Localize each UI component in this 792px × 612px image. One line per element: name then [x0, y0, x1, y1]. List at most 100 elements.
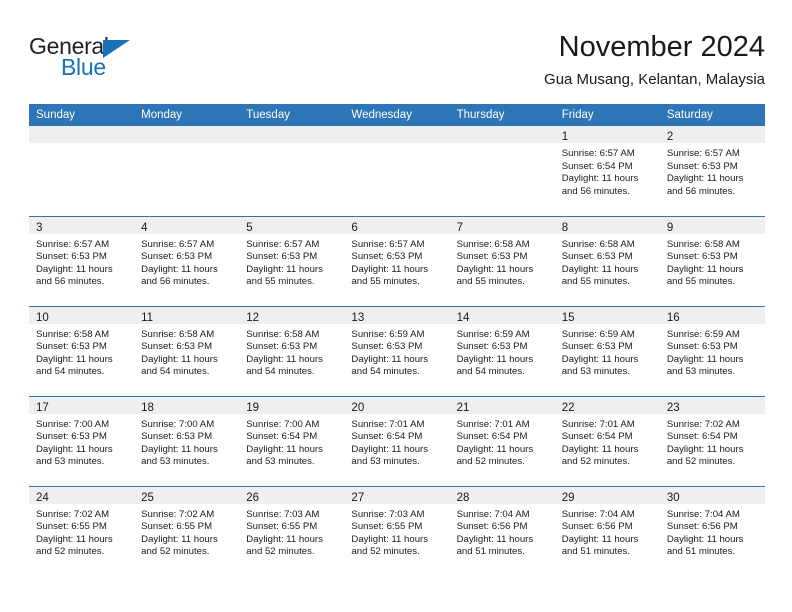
- calendar-day-cell-empty: [449, 126, 555, 216]
- calendar-day-cell[interactable]: 4 Sunrise: 6:57 AM Sunset: 6:53 PM Daylight…: [134, 215, 240, 306]
- day-number: 9: [666, 221, 674, 234]
- day-detail-sunset: Sunset: 6:53 PM: [456, 341, 528, 353]
- day-detail-daylight2: and 51 minutes.: [666, 546, 736, 558]
- calendar-day-cell[interactable]: 25 Sunrise: 7:02 AM Sunset: 6:55 PM Dayligh…: [134, 485, 240, 576]
- day-detail-daylight2: and 56 minutes.: [36, 276, 105, 288]
- page-header: General Blue November 2024 Gua Musang, K…: [0, 0, 792, 100]
- day-details: Sunrise: 7:00 AM Sunset: 6:54 PM Daylight:…: [239, 414, 344, 469]
- calendar-day-cell[interactable]: 19 Sunrise: 7:00 AM Sunset: 6:54 PM Dayligh…: [239, 395, 345, 486]
- day-number-band: 10: [29, 306, 135, 324]
- day-detail-sunrise: Sunrise: 7:04 AM: [456, 508, 530, 520]
- calendar-day-cell[interactable]: 17 Sunrise: 7:00 AM Sunset: 6:53 PM Dayligh…: [29, 395, 135, 486]
- day-number-band: 6: [344, 216, 450, 234]
- day-detail-daylight2: and 55 minutes.: [561, 276, 630, 288]
- day-detail-daylight1: Daylight: 11 hours: [561, 533, 639, 545]
- title-block: November 2024 Gua Musang, Kelantan, Mala…: [544, 30, 765, 89]
- day-detail-sunset: Sunset: 6:53 PM: [36, 431, 107, 443]
- calendar-day-cell[interactable]: 23 Sunrise: 7:02 AM Sunset: 6:54 PM Dayligh…: [659, 395, 765, 486]
- day-detail-sunset: Sunset: 6:53 PM: [351, 341, 423, 353]
- day-detail-daylight2: and 53 minutes.: [561, 366, 630, 378]
- day-detail-daylight2: and 52 minutes.: [666, 456, 736, 468]
- day-detail-daylight1: Daylight: 11 hours: [561, 353, 639, 365]
- calendar-day-cell[interactable]: 6 Sunrise: 6:57 AM Sunset: 6:53 PM Daylight…: [344, 215, 450, 306]
- calendar-day-cell[interactable]: 15 Sunrise: 6:59 AM Sunset: 6:53 PM Dayligh…: [554, 305, 660, 396]
- day-detail-sunset: Sunset: 6:53 PM: [36, 251, 107, 263]
- day-detail-daylight1: Daylight: 11 hours: [36, 443, 113, 455]
- calendar-day-cell[interactable]: 9 Sunrise: 6:58 AM Sunset: 6:53 PM Daylight…: [659, 215, 765, 306]
- calendar-day-cell[interactable]: 30 Sunrise: 7:04 AM Sunset: 6:56 PM Dayligh…: [659, 485, 765, 576]
- calendar-day-cell[interactable]: 21 Sunrise: 7:01 AM Sunset: 6:54 PM Dayligh…: [449, 395, 555, 486]
- day-detail-sunrise: Sunrise: 6:59 AM: [666, 328, 740, 340]
- calendar-day-cell[interactable]: 11 Sunrise: 6:58 AM Sunset: 6:53 PM Dayligh…: [134, 305, 240, 396]
- day-details: Sunrise: 7:03 AM Sunset: 6:55 PM Daylight:…: [239, 504, 344, 559]
- day-detail-daylight1: Daylight: 11 hours: [351, 443, 429, 455]
- day-number-band: 14: [449, 306, 555, 324]
- day-detail-sunrise: Sunrise: 7:04 AM: [666, 508, 740, 520]
- day-number: 13: [351, 311, 365, 324]
- day-number-band: [344, 126, 450, 143]
- day-number: 7: [456, 221, 463, 234]
- calendar-day-cell[interactable]: 29 Sunrise: 7:04 AM Sunset: 6:56 PM Dayligh…: [554, 485, 660, 576]
- calendar-day-cell[interactable]: 8 Sunrise: 6:58 AM Sunset: 6:53 PM Daylight…: [554, 215, 660, 306]
- calendar-day-cell[interactable]: 14 Sunrise: 6:59 AM Sunset: 6:53 PM Dayligh…: [449, 305, 555, 396]
- day-details: Sunrise: 7:00 AM Sunset: 6:53 PM Daylight:…: [29, 414, 134, 469]
- day-detail-daylight2: and 52 minutes.: [351, 546, 420, 558]
- day-detail-sunrise: Sunrise: 6:58 AM: [141, 328, 215, 340]
- day-detail-daylight1: Daylight: 11 hours: [456, 353, 534, 365]
- calendar-day-cell[interactable]: 18 Sunrise: 7:00 AM Sunset: 6:53 PM Dayligh…: [134, 395, 240, 486]
- day-detail-daylight1: Daylight: 11 hours: [456, 533, 534, 545]
- day-number-band: 15: [554, 306, 660, 324]
- day-details: Sunrise: 7:00 AM Sunset: 6:53 PM Daylight:…: [134, 414, 239, 469]
- day-number-band: 13: [344, 306, 450, 324]
- calendar-day-cell[interactable]: 22 Sunrise: 7:01 AM Sunset: 6:54 PM Dayligh…: [554, 395, 660, 486]
- calendar-day-cell[interactable]: 12 Sunrise: 6:58 AM Sunset: 6:53 PM Dayligh…: [239, 305, 345, 396]
- day-detail-daylight1: Daylight: 11 hours: [246, 443, 323, 455]
- calendar-day-cell[interactable]: 3 Sunrise: 6:57 AM Sunset: 6:53 PM Daylight…: [29, 215, 135, 306]
- day-detail-sunset: Sunset: 6:53 PM: [666, 251, 738, 263]
- day-number-band: 16: [659, 306, 765, 324]
- calendar-day-cell[interactable]: 2 Sunrise: 6:57 AM Sunset: 6:53 PM Daylight…: [659, 126, 765, 216]
- calendar-day-cell[interactable]: 26 Sunrise: 7:03 AM Sunset: 6:55 PM Dayligh…: [239, 485, 345, 576]
- day-number: 25: [141, 491, 154, 504]
- calendar-day-cell[interactable]: 24 Sunrise: 7:02 AM Sunset: 6:55 PM Dayligh…: [29, 485, 135, 576]
- calendar-day-cell-empty: [134, 126, 240, 216]
- calendar-day-cell[interactable]: 28 Sunrise: 7:04 AM Sunset: 6:56 PM Dayligh…: [449, 485, 555, 576]
- day-detail-daylight2: and 56 minutes.: [141, 276, 210, 288]
- day-number-band: 30: [659, 486, 765, 504]
- calendar-day-cell[interactable]: 13 Sunrise: 6:59 AM Sunset: 6:53 PM Dayligh…: [344, 305, 450, 396]
- calendar-day-cell[interactable]: 27 Sunrise: 7:03 AM Sunset: 6:55 PM Dayligh…: [344, 485, 450, 576]
- day-details: Sunrise: 6:58 AM Sunset: 6:53 PM Daylight:…: [555, 234, 660, 289]
- day-detail-sunset: Sunset: 6:56 PM: [456, 521, 528, 533]
- day-number-band: 4: [134, 216, 240, 234]
- calendar-day-cell[interactable]: 5 Sunrise: 6:57 AM Sunset: 6:53 PM Daylight…: [239, 215, 345, 306]
- calendar-head: Sunday Monday Tuesday Wednesday Thursday…: [29, 104, 765, 126]
- day-number: 1: [561, 131, 569, 143]
- calendar-day-cell[interactable]: 16 Sunrise: 6:59 AM Sunset: 6:53 PM Dayligh…: [659, 305, 765, 396]
- day-details: Sunrise: 6:57 AM Sunset: 6:53 PM Daylight:…: [660, 143, 765, 198]
- day-detail-sunrise: Sunrise: 6:57 AM: [36, 238, 110, 250]
- calendar-day-cell[interactable]: 1 Sunrise: 6:57 AM Sunset: 6:54 PM Daylight…: [554, 126, 660, 216]
- day-detail-daylight2: and 52 minutes.: [456, 456, 525, 468]
- day-details: Sunrise: 6:59 AM Sunset: 6:53 PM Daylight:…: [660, 324, 765, 379]
- day-details: Sunrise: 6:57 AM Sunset: 6:53 PM Daylight:…: [239, 234, 344, 289]
- calendar-day-cell[interactable]: 20 Sunrise: 7:01 AM Sunset: 6:54 PM Dayligh…: [344, 395, 450, 486]
- weekday-header-thursday: Thursday: [449, 104, 555, 126]
- day-detail-daylight2: and 55 minutes.: [351, 276, 420, 288]
- day-detail-daylight2: and 53 minutes.: [246, 456, 315, 468]
- calendar-day-cell[interactable]: 7 Sunrise: 6:58 AM Sunset: 6:53 PM Daylight…: [449, 215, 555, 306]
- day-detail-sunrise: Sunrise: 6:59 AM: [561, 328, 635, 340]
- day-detail-daylight2: and 53 minutes.: [351, 456, 420, 468]
- day-number-band: 29: [554, 486, 660, 504]
- day-details: Sunrise: 7:04 AM Sunset: 6:56 PM Daylight:…: [450, 504, 555, 559]
- day-detail-daylight1: Daylight: 11 hours: [141, 353, 218, 365]
- calendar-day-cell[interactable]: 10 Sunrise: 6:58 AM Sunset: 6:53 PM Dayligh…: [29, 305, 135, 396]
- day-detail-sunset: Sunset: 6:55 PM: [246, 521, 318, 533]
- day-detail-sunset: Sunset: 6:54 PM: [666, 431, 738, 443]
- day-detail-daylight1: Daylight: 11 hours: [561, 263, 639, 275]
- day-number-band: 24: [29, 486, 135, 504]
- day-details: Sunrise: 6:57 AM Sunset: 6:53 PM Daylight:…: [29, 234, 134, 289]
- day-number: 8: [561, 221, 569, 234]
- day-detail-sunrise: Sunrise: 6:58 AM: [666, 238, 740, 250]
- page-title: November 2024: [558, 31, 765, 63]
- page-subtitle: Gua Musang, Kelantan, Malaysia: [544, 71, 765, 88]
